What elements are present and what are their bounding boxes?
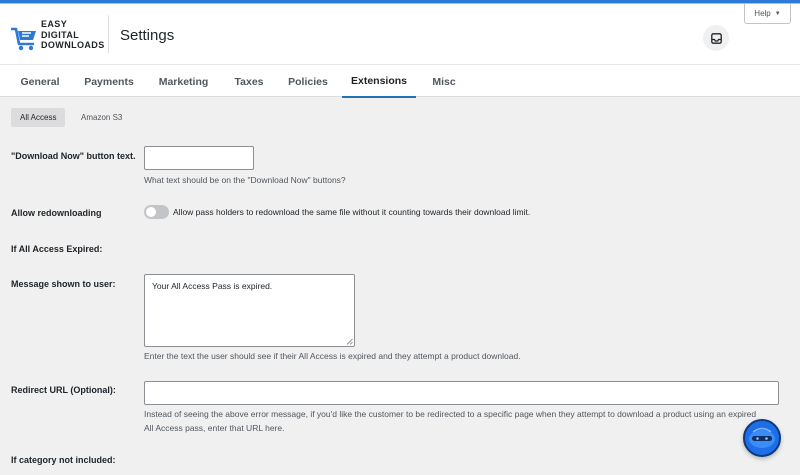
help-label: Help — [754, 9, 771, 18]
message-text: Your All Access Pass is expired. — [152, 281, 273, 291]
allow-redownloading-label: Allow redownloading — [11, 208, 102, 218]
header: EASY DIGITAL DOWNLOADS Settings — [0, 4, 800, 64]
toggle-knob — [146, 207, 156, 217]
download-now-description: What text should be on the "Download Now… — [144, 175, 346, 185]
settings-tabs: General Payments Marketing Taxes Policie… — [0, 64, 800, 98]
edd-logo-icon — [11, 27, 36, 51]
download-now-label: "Download Now" button text. — [11, 151, 136, 161]
subtab-all-access[interactable]: All Access — [11, 108, 66, 127]
page-title: Settings — [120, 27, 175, 44]
chat-widget-icon — [749, 427, 775, 448]
subtab-amazon-s3[interactable]: Amazon S3 — [72, 108, 131, 127]
header-divider — [108, 15, 109, 53]
inbox-button[interactable] — [703, 25, 729, 51]
tab-taxes[interactable]: Taxes — [228, 65, 270, 98]
redirect-url-description-line-1: Instead of seeing the above error messag… — [144, 409, 757, 419]
help-button[interactable]: Help ▼ — [744, 4, 791, 24]
tab-misc[interactable]: Misc — [426, 65, 462, 98]
download-now-input[interactable] — [144, 146, 254, 170]
message-textarea[interactable]: Your All Access Pass is expired. — [144, 274, 355, 347]
tab-policies[interactable]: Policies — [282, 65, 334, 98]
brand-line-3: DOWNLOADS — [41, 40, 105, 50]
allow-redownloading-toggle[interactable] — [144, 205, 169, 219]
redirect-url-label: Redirect URL (Optional): — [11, 385, 116, 395]
redirect-url-input[interactable] — [144, 381, 779, 405]
brand-line-2: DIGITAL — [41, 29, 80, 40]
allow-redownloading-text: Allow pass holders to redownload the sam… — [173, 207, 531, 217]
chat-widget-button[interactable] — [743, 419, 781, 457]
chevron-down-icon: ▼ — [774, 10, 781, 17]
tab-marketing[interactable]: Marketing — [152, 65, 215, 98]
tab-extensions[interactable]: Extensions — [342, 65, 416, 98]
brand-line-1: EASY — [41, 19, 68, 29]
category-not-included-heading: If category not included: — [11, 455, 116, 465]
message-label: Message shown to user: — [11, 279, 116, 289]
brand-name: EASY DIGITAL DOWNLOADS — [41, 19, 105, 51]
inbox-icon — [710, 32, 722, 44]
tab-payments[interactable]: Payments — [79, 65, 139, 98]
resize-handle-icon[interactable] — [346, 338, 353, 345]
message-description: Enter the text the user should see if th… — [144, 351, 521, 361]
if-expired-heading: If All Access Expired: — [11, 244, 103, 254]
redirect-url-description-line-2: All Access pass, enter that URL here. — [144, 423, 285, 433]
tab-general[interactable]: General — [12, 65, 68, 98]
